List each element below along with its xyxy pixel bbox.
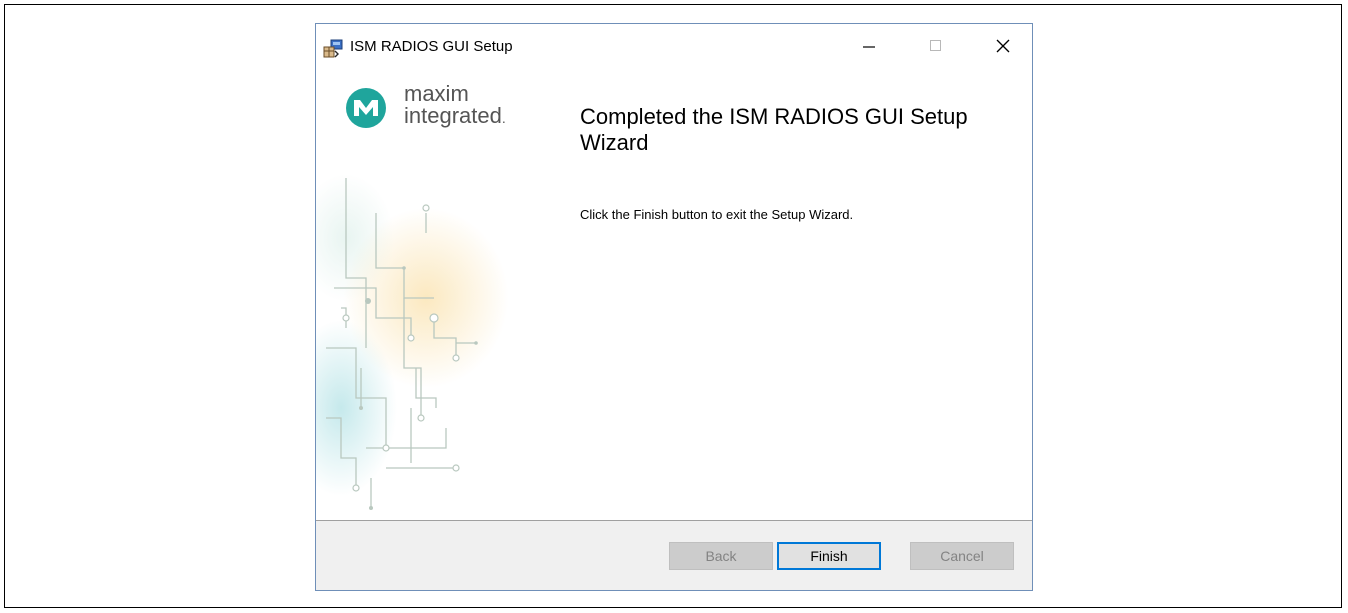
window-title: ISM RADIOS GUI Setup: [350, 38, 513, 55]
logo-text-line2: integrated.: [404, 104, 506, 130]
minimize-icon: [863, 46, 875, 48]
maxim-logo-mark: [346, 88, 386, 128]
maxim-logo-glyph: [354, 100, 378, 116]
back-button[interactable]: Back: [669, 542, 773, 570]
minimize-button[interactable]: [846, 24, 892, 68]
logo-trademark-dot: .: [501, 110, 506, 126]
maximize-button: [913, 24, 959, 68]
cancel-button[interactable]: Cancel: [910, 542, 1014, 570]
title-bar[interactable]: ISM RADIOS GUI Setup: [316, 24, 1032, 68]
setup-wizard-dialog: ISM RADIOS GUI Setup maxim integrated. C…: [315, 23, 1033, 591]
maxim-integrated-logo: maxim integrated.: [346, 82, 546, 136]
close-icon: [996, 39, 1010, 53]
finish-button[interactable]: Finish: [777, 542, 881, 570]
wizard-message: Click the Finish button to exit the Setu…: [580, 207, 854, 222]
close-button[interactable]: [980, 24, 1026, 68]
wizard-heading: Completed the ISM RADIOS GUI Setup Wizar…: [580, 104, 968, 155]
installer-icon: [323, 39, 343, 58]
wizard-footer: Back Finish Cancel: [316, 521, 1032, 590]
maximize-icon: [930, 40, 941, 51]
logo-text-integrated: integrated: [404, 103, 502, 128]
